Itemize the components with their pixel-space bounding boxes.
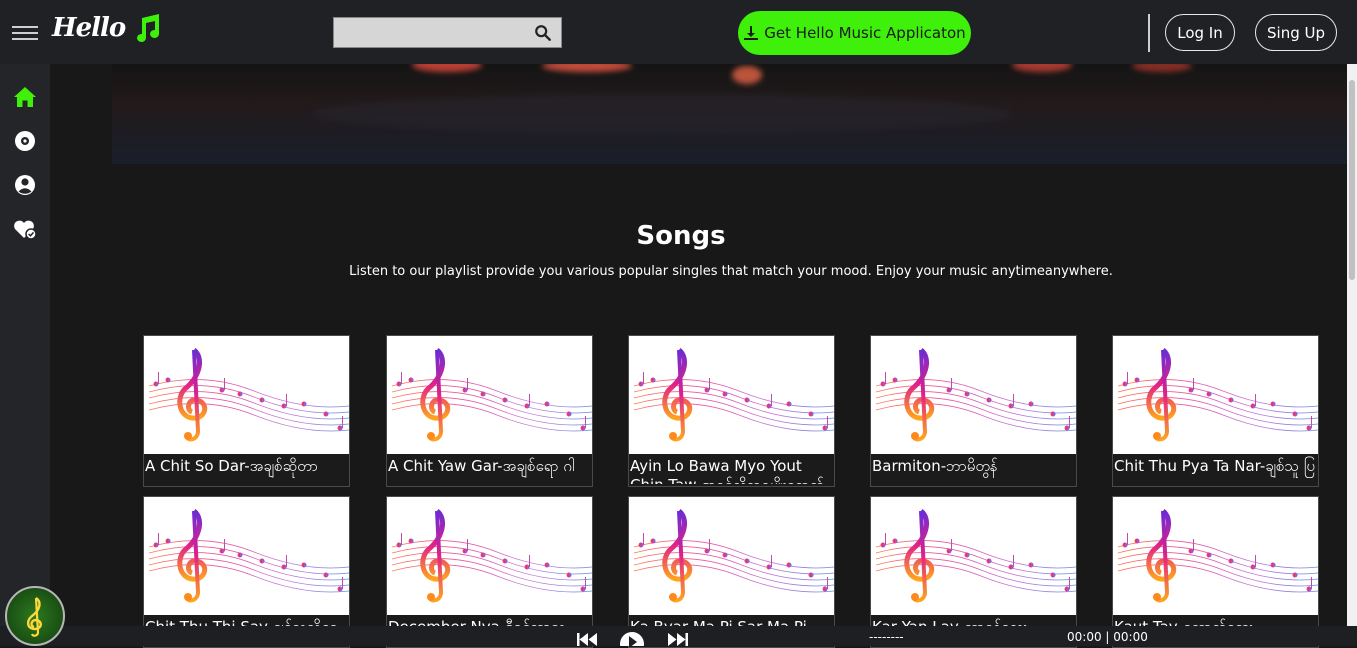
get-app-button[interactable]: Get Hello Music Applicaton [738, 11, 971, 55]
divider [1148, 14, 1150, 52]
music-notes-image [1113, 497, 1318, 615]
music-notes-image [871, 497, 1076, 615]
music-notes-image [871, 336, 1076, 454]
song-card[interactable]: Barmiton-ဘာမိတွန် [870, 335, 1077, 487]
get-app-label: Get Hello Music Applicaton [764, 24, 966, 42]
search-icon[interactable] [534, 24, 552, 42]
logo-text: Hello [52, 13, 126, 43]
sidebar [0, 64, 50, 646]
music-notes-image [1113, 336, 1318, 454]
music-notes-image [387, 497, 592, 615]
song-title: Ayin Lo Bawa Myo Yout Chin Taw-အရင်လိုဘဝ… [630, 457, 824, 484]
song-card[interactable]: Chit Thu Pya Ta Nar-ချစ်သူ ပြ [1112, 335, 1319, 487]
top-navbar: Hello Get Hello Music Applicaton Log In … [0, 0, 1357, 64]
music-notes-image [144, 497, 349, 615]
now-playing-disc[interactable] [5, 586, 65, 646]
search-box [333, 17, 562, 48]
song-card[interactable]: A Chit Yaw Gar-အချစ်ရော ဂါ [386, 335, 593, 487]
song-card[interactable]: Ayin Lo Bawa Myo Yout Chin Taw-အရင်လိုဘဝ… [628, 335, 835, 487]
play-icon[interactable] [620, 630, 644, 646]
song-title: A Chit So Dar-အချစ်ဆိုတာ [145, 457, 318, 475]
disc-icon[interactable] [12, 128, 38, 154]
song-title: Barmiton-ဘာမိတွန် [872, 457, 998, 475]
signup-button[interactable]: Sing Up [1255, 14, 1337, 51]
menu-icon[interactable] [12, 26, 38, 40]
logo[interactable]: Hello [52, 8, 163, 48]
heart-check-icon[interactable] [12, 216, 38, 242]
music-notes-image [629, 497, 834, 615]
treble-clef-icon [27, 597, 42, 637]
music-note-icon [137, 14, 160, 42]
time-display: 00:00 | 00:00 [1067, 630, 1148, 644]
song-card[interactable]: A Chit So Dar-အချစ်ဆိုတာ [143, 335, 350, 487]
music-notes-image [629, 336, 834, 454]
home-icon[interactable] [12, 84, 38, 110]
song-title: A Chit Yaw Gar-အချစ်ရော ဂါ [388, 457, 575, 475]
hero-banner-image [112, 64, 1347, 164]
download-icon [744, 26, 759, 40]
section-subtitle: Listen to our playlist provide you vario… [349, 264, 1113, 279]
search-input[interactable] [334, 18, 524, 47]
music-notes-image [387, 336, 592, 454]
user-icon[interactable] [12, 172, 38, 198]
next-icon[interactable] [666, 630, 690, 646]
song-title: Chit Thu Pya Ta Nar-ချစ်သူ ပြ [1114, 457, 1315, 475]
previous-icon[interactable] [575, 630, 599, 646]
music-notes-image [144, 336, 349, 454]
now-playing-title: -------- [869, 630, 904, 644]
login-button[interactable]: Log In [1165, 14, 1235, 51]
section-title: Songs [636, 221, 726, 251]
